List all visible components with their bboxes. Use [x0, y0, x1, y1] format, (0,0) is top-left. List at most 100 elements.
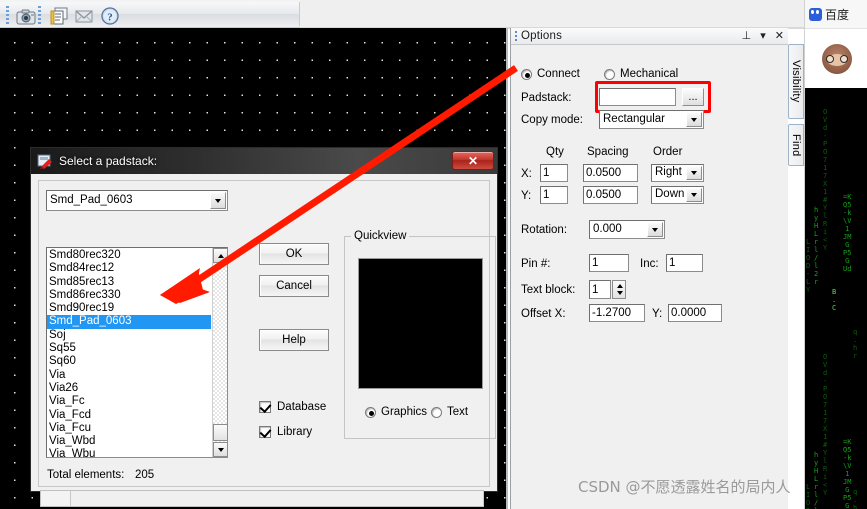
- help-button[interactable]: Help: [259, 329, 329, 351]
- rotation-value: 0.000: [593, 223, 622, 235]
- chevron-down-icon[interactable]: [686, 166, 702, 180]
- browser-tab[interactable]: 百度: [805, 0, 867, 28]
- options-titlebar: Options ⊥ ▾ ✕: [511, 28, 788, 45]
- list-item[interactable]: Smd84rec12: [47, 262, 211, 275]
- chevron-down-icon[interactable]: [686, 188, 702, 202]
- x-order-select[interactable]: Right: [651, 164, 704, 182]
- main-toolbar: ?: [0, 0, 867, 28]
- monkey-avatar: [821, 43, 852, 74]
- list-scrollbar[interactable]: [212, 248, 227, 457]
- offset-y-label: Y:: [652, 308, 663, 320]
- scroll-down-button[interactable]: [213, 442, 227, 457]
- list-item[interactable]: Smd85rec13: [47, 276, 211, 289]
- dialog-close-button[interactable]: ✕: [452, 151, 494, 170]
- checkbox-database[interactable]: Database: [259, 401, 326, 413]
- radio-graphics-dot: [365, 406, 376, 418]
- radio-mechanical[interactable]: Mechanical: [604, 68, 678, 80]
- list-item[interactable]: Via_Fc: [47, 395, 211, 408]
- padstack-name-combo-value: Smd_Pad_0603: [50, 194, 133, 206]
- pin-icon[interactable]: ⊥: [742, 31, 752, 42]
- padstack-icon: [37, 153, 53, 169]
- sidebar-item-visibility-label: Visibility: [790, 60, 802, 103]
- qty-header: Qty: [546, 146, 564, 158]
- offset-x-input[interactable]: [589, 304, 645, 322]
- spacing-header: Spacing: [587, 146, 629, 158]
- panel-grip-icon[interactable]: [511, 28, 521, 45]
- ok-button[interactable]: OK: [259, 243, 329, 265]
- quickview-preview: [358, 258, 483, 389]
- list-item[interactable]: Via_Wbd: [47, 435, 211, 448]
- chevron-down-icon[interactable]: [210, 192, 226, 209]
- scroll-thumb[interactable]: [213, 424, 227, 441]
- radio-connect[interactable]: Connect: [521, 68, 580, 80]
- rotation-label: Rotation:: [521, 224, 568, 236]
- checkbox-library-label: Library: [277, 426, 313, 438]
- text-block-input[interactable]: [589, 280, 611, 299]
- list-item[interactable]: Sq55: [47, 342, 211, 355]
- rotation-select[interactable]: 0.000: [589, 220, 665, 239]
- pin-number-input[interactable]: [589, 254, 629, 272]
- list-item[interactable]: Via: [47, 369, 211, 382]
- cancel-button[interactable]: Cancel: [259, 275, 329, 297]
- x-qty-input[interactable]: [540, 164, 568, 182]
- sidebar-item-visibility[interactable]: Visibility: [788, 44, 804, 119]
- text-block-label: Text block:: [521, 284, 576, 296]
- list-item[interactable]: Soj: [47, 329, 211, 342]
- list-item[interactable]: Sq60: [47, 355, 211, 368]
- mail-icon[interactable]: [72, 5, 96, 27]
- radio-graphics[interactable]: Graphics: [365, 406, 427, 418]
- statusbar-cell-1: [41, 491, 71, 506]
- list-item[interactable]: Via_Wbu: [47, 448, 211, 457]
- radio-connect-dot: [521, 68, 532, 80]
- offset-x-label: Offset X:: [521, 308, 566, 320]
- list-item[interactable]: Via_Fcu: [47, 422, 211, 435]
- list-item[interactable]: Smd86rec330: [47, 289, 211, 302]
- browser-site-title: 百度: [825, 7, 850, 22]
- x-spacing-input[interactable]: [583, 164, 638, 182]
- sidebar-item-find-label: Find: [790, 133, 802, 157]
- quickview-group-label: Quickview: [351, 230, 410, 242]
- padstack-listbox[interactable]: Smd80rec320 Smd84rec12 Smd85rec13 Smd86r…: [46, 247, 228, 458]
- help-icon[interactable]: ?: [98, 5, 122, 27]
- y-qty-input[interactable]: [540, 186, 568, 204]
- sidebar-item-find[interactable]: Find: [788, 124, 804, 166]
- dialog-titlebar[interactable]: Select a padstack: ✕: [31, 148, 497, 174]
- close-icon[interactable]: ✕: [775, 31, 784, 42]
- toolbar-grip-2[interactable]: [38, 6, 41, 25]
- radio-text[interactable]: Text: [431, 406, 468, 418]
- checkbox-database-box: [259, 401, 271, 413]
- checkbox-library[interactable]: Library: [259, 426, 312, 438]
- side-tab-strip: Visibility Find: [788, 44, 804, 166]
- offset-y-input[interactable]: [668, 304, 722, 322]
- scroll-up-button[interactable]: [213, 248, 227, 263]
- chevron-down-icon[interactable]: [686, 112, 702, 127]
- chevron-down-icon[interactable]: ▾: [760, 31, 766, 42]
- list-item-selected[interactable]: Smd_Pad_0603: [47, 315, 211, 329]
- statusbar-message: [71, 491, 484, 506]
- dialog-statusbar: [40, 490, 484, 507]
- padstack-name-combo[interactable]: Smd_Pad_0603: [46, 190, 228, 211]
- list-item[interactable]: Smd80rec320: [47, 249, 211, 262]
- options-panel: Options ⊥ ▾ ✕ Connect Mechanical Padstac…: [510, 28, 788, 509]
- list-item[interactable]: Smd90rec19: [47, 302, 211, 315]
- radio-text-dot: [431, 406, 442, 418]
- chevron-down-icon[interactable]: [647, 222, 663, 237]
- toolbar-empty-area: [300, 0, 867, 28]
- notes-icon[interactable]: [46, 5, 70, 27]
- text-block-stepper[interactable]: [612, 280, 626, 299]
- y-spacing-input[interactable]: [583, 186, 638, 204]
- copy-mode-label: Copy mode:: [521, 114, 584, 126]
- list-item[interactable]: Via26: [47, 382, 211, 395]
- toolbar-grip-1[interactable]: [6, 6, 9, 25]
- checkbox-library-box: [259, 426, 271, 438]
- copy-mode-select[interactable]: Rectangular: [599, 110, 704, 129]
- list-item[interactable]: Via_Fcd: [47, 409, 211, 422]
- padstack-browse-button[interactable]: ...: [682, 88, 704, 106]
- radio-text-label: Text: [447, 406, 469, 418]
- radio-graphics-label: Graphics: [381, 406, 428, 418]
- browser-strip: 百度 L I O D - L Y h y H L r l / l 2 r O V…: [804, 0, 867, 509]
- inc-input[interactable]: [666, 254, 703, 272]
- padstack-input[interactable]: [599, 88, 676, 106]
- y-order-select[interactable]: Down: [651, 186, 704, 204]
- camera-icon[interactable]: [14, 5, 38, 27]
